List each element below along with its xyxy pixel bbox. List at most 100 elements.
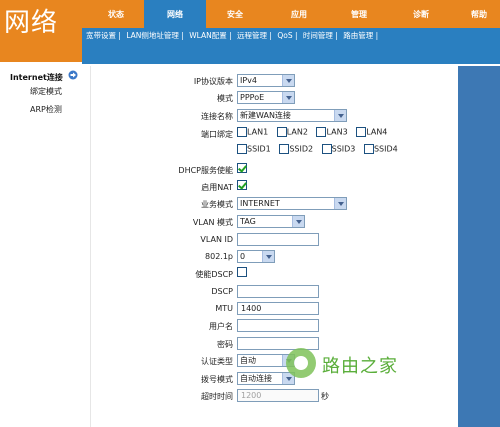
timeout-label: 超时时间 [201,392,233,401]
form-row: DSCP [91,285,459,301]
port-binding-group-1: LAN1 LAN2 LAN3 LAN4 [237,127,393,137]
chevron-down-icon [282,75,294,86]
lan1-checkbox[interactable] [237,127,247,137]
form-row: 使能DSCP [91,267,459,283]
divider [82,62,500,64]
tab-diagnosis[interactable]: 诊断 [400,0,442,28]
form-row: 端口绑定 LAN1 LAN2 LAN3 LAN4 [91,127,459,143]
connection-name-value: 新建WAN连接 [240,111,291,120]
chevron-down-icon [282,92,294,103]
ssid1-checkbox[interactable] [237,144,247,154]
ip-version-value: IPv4 [240,76,258,85]
nat-checkbox[interactable] [237,180,247,190]
lan1-label: LAN1 [247,127,269,137]
chevron-down-icon [292,216,304,227]
subnav-remote[interactable]: 远程管理 | [237,31,272,40]
lan3-label: LAN3 [326,127,348,137]
dot1p-select[interactable]: 0 [237,250,275,263]
connection-name-select[interactable]: 新建WAN连接 [237,109,347,122]
auth-type-value: 自动 [240,356,256,365]
lan4-label: LAN4 [366,127,388,137]
vlan-mode-select[interactable]: TAG [237,215,305,228]
lan4-checkbox[interactable] [356,127,367,137]
tab-security[interactable]: 安全 [214,0,256,28]
tab-network[interactable]: 网络 [144,0,206,28]
mode-select[interactable]: PPPoE [237,91,295,104]
dial-mode-value: 自动连接 [240,374,272,383]
form-row: 802.1p 0 [91,250,459,266]
form-row: VLAN ID [91,233,459,249]
lan2-checkbox[interactable] [276,127,287,137]
ssid2-label: SSID2 [289,144,314,154]
form-row: IP协议版本 IPv4 [91,74,459,90]
mtu-label: MTU [215,304,233,313]
ssid4-checkbox[interactable] [363,144,374,154]
mtu-input[interactable]: 1400 [237,302,319,315]
mode-label: 模式 [217,94,233,103]
form-row: SSID1 SSID2 SSID3 SSID4 [91,144,459,160]
dscp-enable-label: 使能DSCP [195,270,233,279]
subnav-qos[interactable]: QoS | [277,31,297,40]
chevron-down-icon [334,110,346,121]
ip-version-label: IP协议版本 [193,77,233,86]
form-row: DHCP服务使能 [91,163,459,179]
form-row: 连接名称 新建WAN连接 [91,109,459,125]
subnav-broadband[interactable]: 宽带设置 | [86,31,121,40]
service-mode-value: INTERNET [240,199,280,208]
subnav-wlan[interactable]: WLAN配置 | [189,31,231,40]
connection-name-label: 连接名称 [201,112,233,121]
service-mode-select[interactable]: INTERNET [237,197,347,210]
vlan-id-input[interactable] [237,233,319,246]
form-row: VLAN 模式 TAG [91,215,459,231]
username-input[interactable] [237,319,319,332]
lan3-checkbox[interactable] [316,127,327,137]
lan2-label: LAN2 [286,127,308,137]
dscp-label: DSCP [211,287,233,296]
form-row: 模式 PPPoE [91,91,459,107]
ssid1-label: SSID1 [247,144,271,154]
dhcp-checkbox[interactable] [237,163,247,173]
sub-nav: 宽带设置 | LAN侧地址管理 | WLAN配置 | 远程管理 | QoS | … [82,28,500,62]
form-row: 用户名 [91,319,459,335]
port-binding-group-2: SSID1 SSID2 SSID3 SSID4 [237,144,404,154]
right-panel [458,66,500,427]
ssid3-checkbox[interactable] [321,144,332,154]
tab-status[interactable]: 状态 [96,0,136,28]
sidebar-item-arp[interactable]: ARP检测 [30,104,62,115]
ip-version-select[interactable]: IPv4 [237,74,295,87]
ssid4-label: SSID4 [373,144,398,154]
subnav-route[interactable]: 路由管理 | [343,31,378,40]
dial-mode-label: 拨号模式 [201,375,233,384]
password-label: 密码 [217,340,233,349]
auth-type-label: 认证类型 [201,357,233,366]
watermark-logo-icon [286,348,316,378]
logo-text: 网络 [4,8,59,38]
chevron-down-icon [262,251,274,262]
timeout-input[interactable]: 1200 [237,389,319,402]
arrow-right-icon [68,70,78,80]
ssid3-label: SSID3 [331,144,356,154]
vlan-mode-label: VLAN 模式 [192,218,233,227]
subnav-lan-address[interactable]: LAN侧地址管理 | [126,31,184,40]
dot1p-value: 0 [240,252,246,261]
chevron-down-icon [334,198,346,209]
ssid2-checkbox[interactable] [279,144,290,154]
port-binding-label: 端口绑定 [201,130,233,139]
sidebar: Internet连接 绑定模式 ARP检测 [0,62,82,427]
dscp-enable-checkbox[interactable] [237,267,247,277]
dhcp-label: DHCP服务使能 [178,166,233,175]
tab-management[interactable]: 管理 [338,0,380,28]
tab-help[interactable]: 帮助 [458,0,500,28]
timeout-unit: 秒 [321,392,329,401]
top-nav: 状态 网络 安全 应用 管理 诊断 帮助 [82,0,500,28]
tab-application[interactable]: 应用 [278,0,320,28]
watermark: 路由之家 [286,348,446,382]
subnav-time[interactable]: 时间管理 | [303,31,338,40]
logo-box: 网络 [0,0,82,62]
dscp-input[interactable] [237,285,319,298]
sidebar-item-internet[interactable]: Internet连接 [10,72,63,83]
service-mode-label: 业务模式 [201,200,233,209]
sidebar-item-binding[interactable]: 绑定模式 [30,86,62,97]
vlan-mode-value: TAG [240,217,256,226]
form-row: MTU 1400 [91,302,459,318]
